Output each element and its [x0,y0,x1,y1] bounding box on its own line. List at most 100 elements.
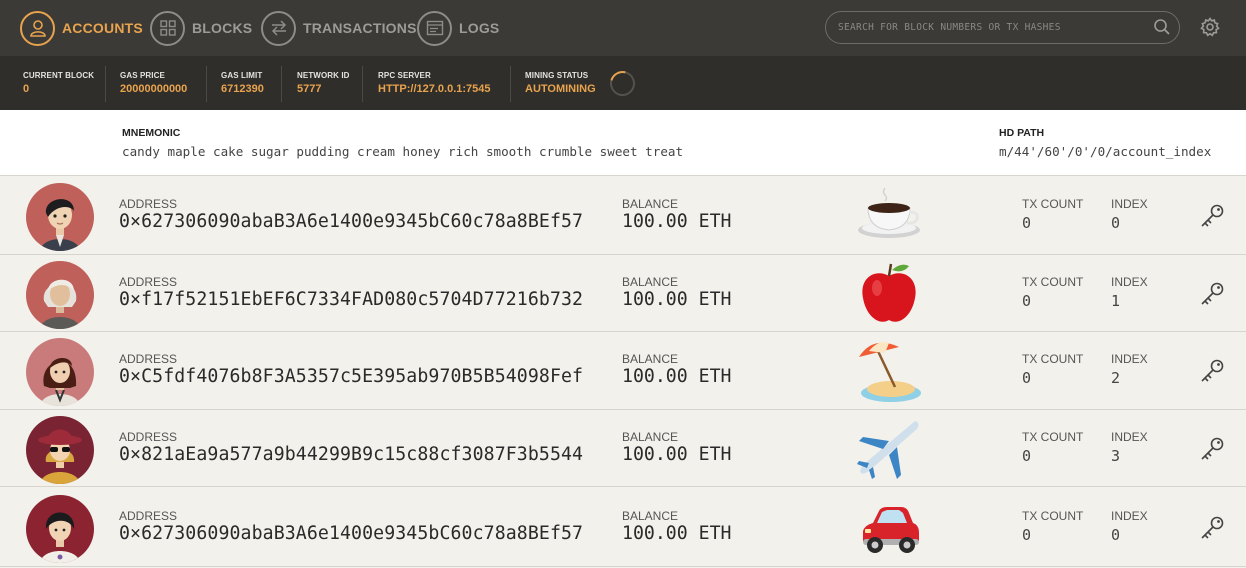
account-balance: 100.00 ETH [622,523,732,544]
gas-limit-stat: GAS LIMIT 6712390 [221,71,276,97]
coffee-icon [858,187,920,238]
avatar [26,415,94,484]
airplane-icon [857,420,919,479]
account-row[interactable]: ADDRESS 0×C5fdf4076b8F3A5357c5E395ab970B… [0,332,1246,410]
balance-label: BALANCE [622,197,679,211]
account-address[interactable]: 0×627306090abaB3A6e1400e9345bC60c78a8BEf… [119,211,583,232]
apple-icon [862,263,916,322]
balance-label: BALANCE [622,352,679,366]
gas-limit-label: GAS LIMIT [221,71,263,80]
index-value: 1 [1111,291,1121,310]
index-value: 3 [1111,446,1121,465]
divider [281,66,282,102]
address-label: ADDRESS [119,352,178,366]
index-label: INDEX [1111,509,1148,523]
car-icon [863,507,919,553]
key-icon[interactable] [1199,436,1225,462]
transfer-icon [261,10,296,46]
gas-price-stat: GAS PRICE 20000000000 [120,71,199,97]
account-address[interactable]: 0×C5fdf4076b8F3A5357c5E395ab970B5B54098F… [119,366,583,387]
nav-blocks-label: BLOCKS [192,20,253,36]
account-address[interactable]: 0×821aEa9a577a9b44299B9c15c88cf3087F3b55… [119,444,583,465]
divider [510,66,511,102]
tx-count-label: TX COUNT [1022,197,1084,211]
tx-count-label: TX COUNT [1022,429,1084,444]
blocks-icon [150,10,185,46]
network-id-label: NETWORK ID [297,71,350,80]
current-block-value: 0 [23,83,30,95]
index-label: INDEX [1111,274,1148,289]
account-row[interactable]: ADDRESS 0×627306090abaB3A6e1400e9345bC60… [0,177,1246,255]
rpc-server-stat: RPC SERVER HTTP://127.0.0.1:7545 [378,71,503,97]
divider [362,66,363,102]
tx-count-value: 0 [1022,446,1032,465]
rpc-server-label: RPC SERVER [378,71,431,80]
hd-path-label: HD PATH [999,127,1045,139]
nav-transactions[interactable]: TRANSACTIONS [261,10,417,46]
mnemonic-label: MNEMONIC [122,127,181,139]
avatar [26,183,94,251]
gas-price-label: GAS PRICE [120,71,165,80]
balance-label: BALANCE [622,429,679,444]
account-address[interactable]: 0×f17f52151EbEF6C7334FAD080c5704D77216b7… [119,289,583,310]
avatar [26,338,94,406]
current-block-label: CURRENT BLOCK [23,71,95,80]
balance-label: BALANCE [622,509,679,523]
account-row[interactable]: ADDRESS 0×f17f52151EbEF6C7334FAD080c5704… [0,254,1246,332]
account-row[interactable]: ADDRESS 0×627306090abaB3A6e1400e9345bC60… [0,487,1246,567]
index-label: INDEX [1111,352,1148,366]
tx-count-value: 0 [1022,214,1032,232]
rpc-server-value: HTTP://127.0.0.1:7545 [378,83,491,95]
address-label: ADDRESS [119,197,178,211]
network-id-value: 5777 [297,83,322,95]
current-block-stat: CURRENT BLOCK 0 [23,71,106,97]
index-label: INDEX [1111,429,1148,444]
key-icon[interactable] [1199,281,1225,307]
terminal-icon [417,10,452,46]
user-icon [20,10,55,46]
tx-count-label: TX COUNT [1022,274,1084,289]
mining-status-label: MINING STATUS [525,71,589,80]
account-row[interactable]: ADDRESS 0×821aEa9a577a9b44299B9c15c88cf3… [0,409,1246,487]
index-value: 0 [1111,214,1121,232]
key-icon[interactable] [1199,515,1225,541]
gas-limit-value: 6712390 [221,83,264,95]
nav-transactions-label: TRANSACTIONS [303,20,417,36]
accounts-list: ADDRESS 0×627306090abaB3A6e1400e9345bC60… [0,177,1246,567]
account-balance: 100.00 ETH [622,211,732,232]
index-label: INDEX [1111,197,1148,211]
beach-umbrella-icon [859,342,921,402]
account-address[interactable]: 0×627306090abaB3A6e1400e9345bC60c78a8BEf… [119,523,583,544]
address-label: ADDRESS [119,429,178,444]
avatar [26,495,94,563]
address-label: ADDRESS [119,274,178,289]
search-icon[interactable] [1153,18,1171,36]
nav-blocks[interactable]: BLOCKS [150,10,252,46]
top-nav: ACCOUNTS BLOCKS TRANSACTIONS LOGS [0,0,1246,56]
gear-icon[interactable] [1200,17,1220,37]
nav-accounts-label: ACCOUNTS [62,20,143,36]
search-input[interactable] [825,11,1180,44]
account-balance: 100.00 ETH [622,366,732,387]
account-balance: 100.00 ETH [622,288,732,310]
key-icon[interactable] [1199,203,1225,229]
tx-count-label: TX COUNT [1022,509,1084,523]
tx-count-value: 0 [1022,369,1032,387]
balance-label: BALANCE [622,274,679,289]
nav-accounts[interactable]: ACCOUNTS [20,10,143,46]
hd-path-value: m/44'/60'/0'/0/account_index [999,144,1212,159]
divider [105,66,106,102]
mnemonic-panel: MNEMONIC candy maple cake sugar pudding … [0,110,1246,176]
divider [206,66,207,102]
key-icon[interactable] [1199,358,1225,384]
index-value: 2 [1111,369,1121,387]
index-value: 0 [1111,526,1121,544]
nav-logs[interactable]: LOGS [417,10,499,46]
tx-count-label: TX COUNT [1022,352,1084,366]
mining-status-stat: MINING STATUS AUTOMINING [525,71,608,97]
avatar [26,260,94,329]
tx-count-value: 0 [1022,526,1032,544]
mining-status-value: AUTOMINING [525,83,596,95]
gas-price-value: 20000000000 [120,83,188,95]
mnemonic-value: candy maple cake sugar pudding cream hon… [122,144,684,159]
